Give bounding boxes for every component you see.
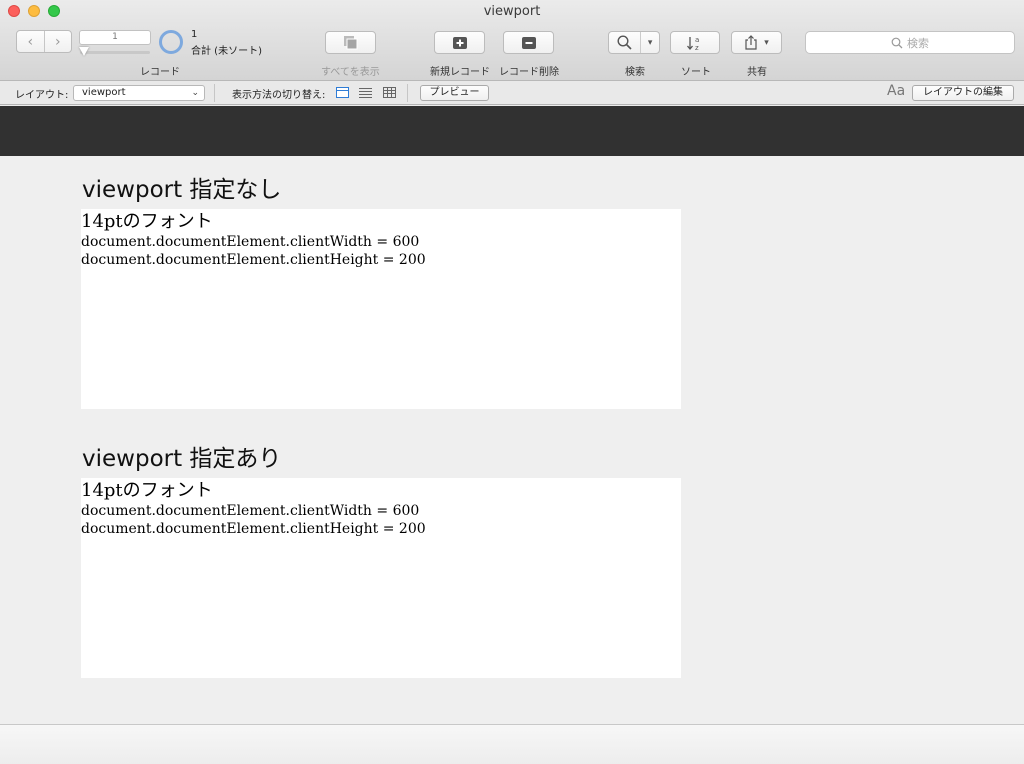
new-record-button[interactable] bbox=[434, 31, 485, 54]
record-slider-track[interactable] bbox=[80, 51, 150, 54]
show-all-label: すべてを表示 bbox=[321, 67, 380, 78]
list-view-icon[interactable] bbox=[359, 87, 372, 98]
view-switch-label: 表示方法の切り替え: bbox=[232, 90, 326, 101]
find-label: 検索 bbox=[625, 67, 645, 78]
chevron-right-icon: › bbox=[54, 33, 61, 50]
web-viewer[interactable]: 14ptのフォント document.documentElement.clien… bbox=[81, 478, 681, 678]
record-total: 合計 (未ソート) bbox=[191, 46, 262, 57]
section-title: viewport 指定あり bbox=[82, 446, 282, 472]
show-all-icon bbox=[343, 35, 357, 49]
divider bbox=[407, 84, 408, 102]
find-menu-chevron-icon[interactable]: ▾ bbox=[641, 38, 659, 48]
search-icon bbox=[891, 37, 903, 48]
status-bar bbox=[0, 724, 1024, 764]
record-number-input[interactable]: 1 bbox=[79, 30, 151, 45]
divider bbox=[214, 84, 215, 102]
svg-text:z: z bbox=[695, 44, 699, 51]
layout-select[interactable]: viewport ⌄ bbox=[73, 85, 205, 101]
client-height-line: document.documentElement.clientHeight = … bbox=[81, 252, 426, 268]
record-label: レコード bbox=[140, 67, 180, 78]
table-view-icon[interactable] bbox=[383, 87, 396, 98]
delete-record-button[interactable] bbox=[503, 31, 554, 54]
chevron-down-icon: ⌄ bbox=[191, 88, 199, 98]
layout-select-value: viewport bbox=[82, 87, 126, 98]
next-record-button[interactable]: › bbox=[43, 31, 72, 52]
find-main-button[interactable] bbox=[609, 32, 642, 53]
form-view-icon[interactable] bbox=[336, 87, 349, 98]
layout-label: レイアウト: bbox=[15, 90, 69, 101]
sort-button[interactable]: a z bbox=[670, 31, 720, 54]
layout-content: viewport 指定なし 14ptのフォント document.documen… bbox=[0, 156, 1024, 724]
record-count: 1 bbox=[191, 29, 198, 40]
previous-record-button[interactable]: ‹ bbox=[17, 31, 44, 52]
header-band bbox=[0, 106, 1024, 156]
share-button[interactable]: ▾ bbox=[731, 31, 782, 54]
record-progress-ring-icon bbox=[159, 30, 183, 54]
section-title: viewport 指定なし bbox=[82, 177, 282, 203]
plus-box-icon bbox=[452, 36, 467, 49]
client-width-line: document.documentElement.clientWidth = 6… bbox=[81, 503, 420, 519]
share-menu-chevron-icon: ▾ bbox=[764, 37, 769, 48]
minus-box-icon bbox=[521, 36, 536, 49]
window-toolbar: viewport ‹ › 1 レコード 1 合計 (未ソート) すべてを表示 新… bbox=[0, 0, 1024, 81]
chevron-left-icon: ‹ bbox=[27, 33, 34, 50]
client-width-line: document.documentElement.clientWidth = 6… bbox=[81, 234, 420, 250]
record-slider-knob[interactable] bbox=[79, 47, 89, 56]
font-size-icon[interactable]: Aa bbox=[887, 83, 905, 99]
preview-button[interactable]: プレビュー bbox=[420, 85, 489, 101]
delete-record-label: レコード削除 bbox=[499, 67, 559, 78]
new-record-label: 新規レコード bbox=[430, 67, 490, 78]
share-label: 共有 bbox=[747, 67, 767, 78]
record-nav-group: ‹ › bbox=[16, 30, 72, 53]
font-sample-line: 14ptのフォント bbox=[81, 480, 213, 501]
sort-az-icon: a z bbox=[687, 36, 699, 51]
layout-bar: レイアウト: viewport ⌄ 表示方法の切り替え: プレビュー Aa レイ… bbox=[0, 81, 1024, 105]
sort-label: ソート bbox=[681, 67, 711, 78]
client-height-line: document.documentElement.clientHeight = … bbox=[81, 521, 426, 537]
show-all-button[interactable] bbox=[325, 31, 376, 54]
edit-layout-button[interactable]: レイアウトの編集 bbox=[912, 85, 1014, 101]
svg-text:a: a bbox=[695, 36, 699, 44]
window-title: viewport bbox=[483, 4, 541, 19]
search-placeholder: 検索 bbox=[907, 36, 929, 50]
magnifier-icon bbox=[617, 35, 632, 50]
quick-find-search-field[interactable]: 検索 bbox=[805, 31, 1015, 54]
find-button[interactable]: ▾ bbox=[608, 31, 660, 54]
web-viewer[interactable]: 14ptのフォント document.documentElement.clien… bbox=[81, 209, 681, 409]
font-sample-line: 14ptのフォント bbox=[81, 211, 213, 232]
share-icon bbox=[745, 35, 757, 50]
